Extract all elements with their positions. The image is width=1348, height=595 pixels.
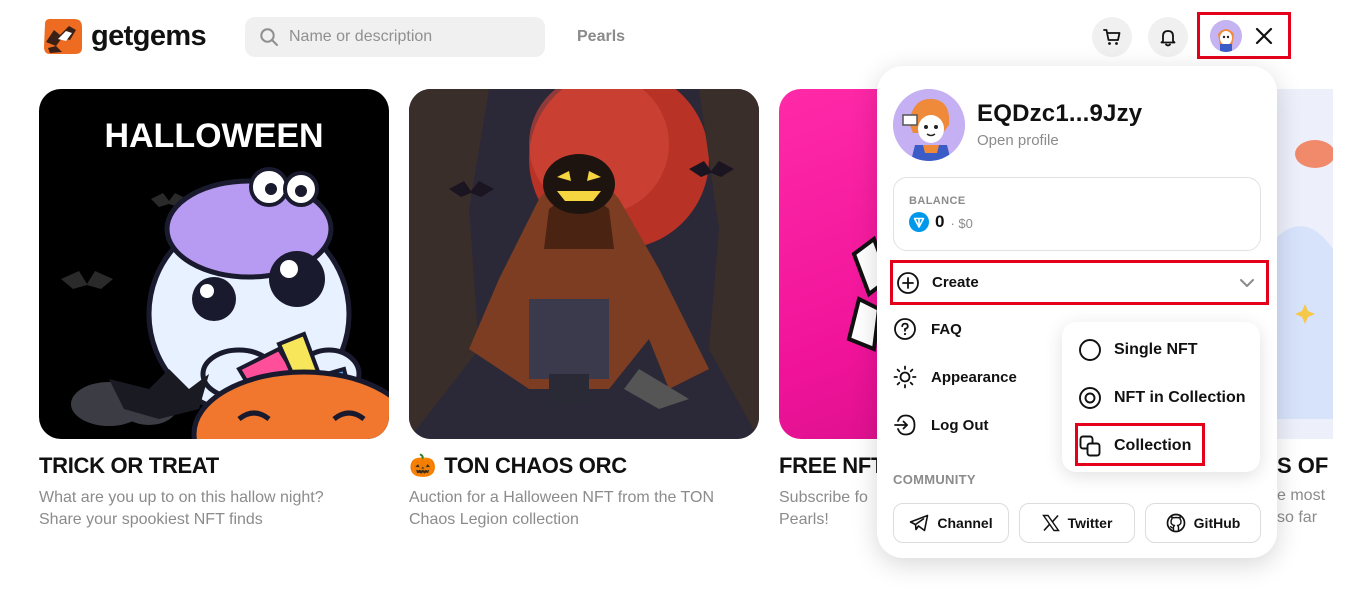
profile-menu-toggle[interactable] <box>1197 12 1291 59</box>
logout-menu-item[interactable]: Log Out <box>893 413 988 437</box>
cart-icon <box>1103 29 1121 45</box>
bell-icon <box>1160 30 1176 47</box>
close-icon[interactable] <box>1254 26 1274 46</box>
notifications-button[interactable] <box>1148 17 1188 57</box>
plus-circle-icon <box>897 271 919 294</box>
channel-button[interactable]: Channel <box>893 503 1009 543</box>
pumpkin-emoji: 🎃 <box>409 453 437 478</box>
card-title[interactable]: 🎃 TON CHAOS ORC <box>409 453 759 479</box>
target-icon <box>1079 387 1101 409</box>
faq-menu-item[interactable]: FAQ <box>893 317 962 341</box>
balance-box: BALANCE 0 · $0 <box>893 177 1261 251</box>
wallet-name: EQDzc1...9Jzy <box>977 100 1143 127</box>
brand-name: getgems <box>91 19 207 52</box>
create-label: Create <box>932 274 979 291</box>
card-image[interactable]: HALLOWEEN <box>39 89 389 439</box>
balance-usd: · $0 <box>950 216 973 231</box>
community-heading: COMMUNITY <box>893 472 976 487</box>
card-image-text: HALLOWEEN <box>104 117 323 155</box>
featured-card-trick-or-treat[interactable]: HALLOWEEN TRICK OR TREAT What are you up… <box>39 89 389 531</box>
nft-in-collection-option[interactable]: NFT in Collection <box>1078 386 1246 410</box>
card-title[interactable]: TRICK OR TREAT <box>39 453 389 479</box>
card-description: What are you up to on this hallow night?… <box>39 489 324 528</box>
search-bar[interactable] <box>245 17 545 57</box>
card-description: Auction for a Halloween NFT from the TON… <box>409 489 715 528</box>
balance-amount: 0 <box>935 212 945 231</box>
chevron-down-icon[interactable] <box>1238 274 1256 292</box>
appearance-menu-item[interactable]: Appearance <box>893 365 1017 389</box>
github-icon <box>1166 513 1186 533</box>
create-submenu: Single NFT NFT in Collection Collection <box>1062 322 1260 472</box>
question-circle-icon <box>894 318 916 340</box>
balance-label: BALANCE <box>909 195 966 207</box>
profile-avatar[interactable] <box>893 89 965 161</box>
logo-icon <box>44 18 82 54</box>
sun-icon <box>893 365 917 389</box>
nav-link-pearls[interactable]: Pearls <box>577 28 625 46</box>
card-image[interactable] <box>409 89 759 439</box>
create-menu-item[interactable]: Create <box>890 260 1269 305</box>
search-icon <box>260 28 278 46</box>
open-profile-link[interactable]: Open profile <box>977 132 1059 149</box>
telegram-icon <box>910 514 929 532</box>
twitter-button[interactable]: Twitter <box>1019 503 1135 543</box>
getgems-logo[interactable]: getgems <box>42 16 207 56</box>
profile-dropdown: EQDzc1...9Jzy Open profile BALANCE 0 · $… <box>877 66 1277 558</box>
featured-card-ton-chaos-orc[interactable]: 🎃 TON CHAOS ORC Auction for a Halloween N… <box>409 89 759 531</box>
avatar[interactable] <box>1210 19 1242 52</box>
cart-button[interactable] <box>1092 17 1132 57</box>
github-button[interactable]: GitHub <box>1145 503 1261 543</box>
search-input[interactable] <box>289 28 529 46</box>
featured-card-4-image[interactable] <box>1275 89 1333 439</box>
circle-icon <box>1079 339 1101 361</box>
collection-highlight <box>1075 423 1205 466</box>
ton-icon <box>909 212 929 232</box>
logout-icon <box>894 414 916 436</box>
x-logo-icon <box>1041 514 1060 532</box>
card-title[interactable]: S OF 2 <box>1277 453 1333 479</box>
card-description: e most so far <box>1277 487 1326 526</box>
single-nft-option[interactable]: Single NFT <box>1078 338 1198 362</box>
